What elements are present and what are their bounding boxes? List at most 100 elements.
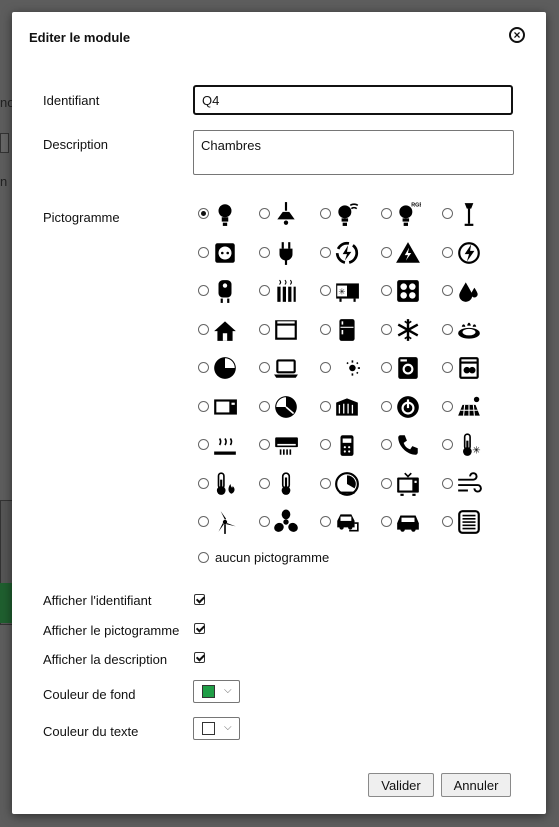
pictogram-option[interactable] bbox=[381, 352, 441, 386]
pictogram-option[interactable] bbox=[442, 314, 502, 348]
pictogram-option[interactable] bbox=[198, 237, 258, 271]
pictogram-option[interactable] bbox=[442, 198, 502, 232]
pictogram-option[interactable] bbox=[381, 314, 441, 348]
pictogram-option[interactable] bbox=[259, 314, 319, 348]
pictogram-radio[interactable] bbox=[198, 516, 209, 527]
pictogram-option[interactable] bbox=[259, 468, 319, 502]
pictogram-radio[interactable] bbox=[198, 400, 209, 412]
pictogram-radio[interactable] bbox=[381, 362, 392, 373]
pictogram-option[interactable]: ✳ bbox=[442, 429, 502, 463]
pictogram-radio[interactable] bbox=[320, 400, 331, 412]
no-pictogram-radio[interactable] bbox=[198, 552, 209, 563]
pictogram-radio[interactable] bbox=[198, 285, 209, 296]
pictogram-radio[interactable] bbox=[442, 477, 453, 489]
pictogram-option[interactable] bbox=[381, 237, 441, 271]
pictogram-option[interactable] bbox=[259, 391, 319, 425]
pictogram-radio[interactable] bbox=[381, 439, 392, 450]
pictogram-radio[interactable] bbox=[381, 285, 392, 296]
show-id-checkbox[interactable] bbox=[194, 594, 205, 605]
pictogram-option[interactable] bbox=[198, 198, 258, 232]
pictogram-radio[interactable] bbox=[442, 362, 453, 373]
pictogram-option[interactable] bbox=[381, 275, 441, 309]
pictogram-radio[interactable] bbox=[198, 246, 209, 258]
pictogram-radio[interactable] bbox=[259, 362, 270, 373]
pictogram-option[interactable] bbox=[259, 237, 319, 271]
pictogram-option[interactable] bbox=[198, 391, 258, 425]
pictogram-option[interactable] bbox=[198, 429, 258, 463]
pictogram-radio[interactable] bbox=[320, 362, 331, 373]
pictogram-option[interactable] bbox=[320, 314, 380, 348]
pictogram-radio[interactable] bbox=[198, 362, 209, 373]
pictogram-option[interactable] bbox=[259, 429, 319, 463]
pictogram-option[interactable] bbox=[259, 352, 319, 386]
pictogram-radio[interactable] bbox=[320, 439, 331, 450]
pictogram-radio[interactable] bbox=[320, 285, 331, 296]
pictogram-radio[interactable] bbox=[320, 516, 331, 527]
pictogram-option[interactable] bbox=[381, 506, 441, 540]
pictogram-radio[interactable] bbox=[442, 400, 453, 412]
pictogram-radio[interactable] bbox=[259, 246, 270, 258]
pictogram-option[interactable] bbox=[442, 468, 502, 502]
pictogram-radio[interactable] bbox=[198, 208, 209, 219]
pictogram-option[interactable] bbox=[442, 391, 502, 425]
pictogram-radio[interactable] bbox=[320, 246, 331, 258]
pictogram-option[interactable] bbox=[320, 506, 380, 540]
pictogram-radio[interactable] bbox=[442, 516, 453, 527]
pictogram-radio[interactable] bbox=[198, 323, 209, 335]
pictogram-radio[interactable] bbox=[259, 516, 270, 527]
pictogram-option[interactable] bbox=[381, 391, 441, 425]
pictogram-option[interactable]: RGB bbox=[381, 198, 441, 232]
pictogram-option[interactable] bbox=[198, 275, 258, 309]
pictogram-option[interactable] bbox=[320, 468, 380, 502]
pictogram-radio[interactable] bbox=[442, 439, 453, 450]
pictogram-option[interactable] bbox=[259, 275, 319, 309]
pictogram-option[interactable] bbox=[259, 198, 319, 232]
pictogram-option[interactable] bbox=[198, 352, 258, 386]
pictogram-radio[interactable] bbox=[442, 208, 453, 219]
description-textarea[interactable]: Chambres bbox=[193, 130, 514, 175]
pictogram-option[interactable] bbox=[442, 275, 502, 309]
pictogram-option[interactable] bbox=[320, 429, 380, 463]
pictogram-option[interactable] bbox=[381, 429, 441, 463]
pictogram-option[interactable] bbox=[320, 391, 380, 425]
annuler-button[interactable]: Annuler bbox=[441, 773, 511, 797]
pictogram-radio[interactable] bbox=[259, 439, 270, 450]
pictogram-radio[interactable] bbox=[381, 516, 392, 527]
pictogram-option[interactable] bbox=[320, 198, 380, 232]
show-picto-checkbox[interactable] bbox=[194, 623, 205, 634]
pictogram-radio[interactable] bbox=[259, 323, 270, 335]
pictogram-option[interactable] bbox=[198, 506, 258, 540]
pictogram-radio[interactable] bbox=[320, 208, 331, 219]
pictogram-radio[interactable] bbox=[198, 477, 209, 489]
pictogram-option[interactable] bbox=[320, 237, 380, 271]
pictogram-option[interactable] bbox=[442, 237, 502, 271]
pictogram-radio[interactable] bbox=[381, 246, 392, 258]
text-color-picker[interactable]: ⌵ bbox=[193, 717, 240, 740]
bg-color-picker[interactable]: ⌵ bbox=[193, 680, 240, 703]
pictogram-radio[interactable] bbox=[381, 400, 392, 412]
pictogram-option[interactable] bbox=[259, 506, 319, 540]
pictogram-radio[interactable] bbox=[442, 323, 453, 335]
pictogram-radio[interactable] bbox=[381, 477, 392, 489]
pictogram-radio[interactable] bbox=[259, 400, 270, 412]
pictogram-option[interactable] bbox=[442, 506, 502, 540]
pictogram-radio[interactable] bbox=[259, 285, 270, 296]
pictogram-radio[interactable] bbox=[381, 323, 392, 335]
pictogram-option[interactable]: ✳ bbox=[320, 275, 380, 309]
valider-button[interactable]: Valider bbox=[368, 773, 434, 797]
pictogram-option[interactable] bbox=[198, 468, 258, 502]
identifiant-input[interactable] bbox=[193, 85, 513, 115]
pictogram-option[interactable] bbox=[381, 468, 441, 502]
pictogram-radio[interactable] bbox=[320, 323, 331, 335]
pictogram-radio[interactable] bbox=[259, 208, 270, 219]
pictogram-radio[interactable] bbox=[320, 477, 331, 489]
pictogram-option[interactable] bbox=[320, 352, 380, 386]
pictogram-option[interactable] bbox=[442, 352, 502, 386]
pictogram-radio[interactable] bbox=[442, 246, 453, 258]
pictogram-option[interactable] bbox=[198, 314, 258, 348]
pictogram-radio[interactable] bbox=[259, 477, 270, 489]
show-desc-checkbox[interactable] bbox=[194, 652, 205, 663]
pictogram-radio[interactable] bbox=[381, 208, 392, 219]
close-button[interactable]: × bbox=[509, 27, 525, 43]
pictogram-radio[interactable] bbox=[198, 439, 209, 450]
